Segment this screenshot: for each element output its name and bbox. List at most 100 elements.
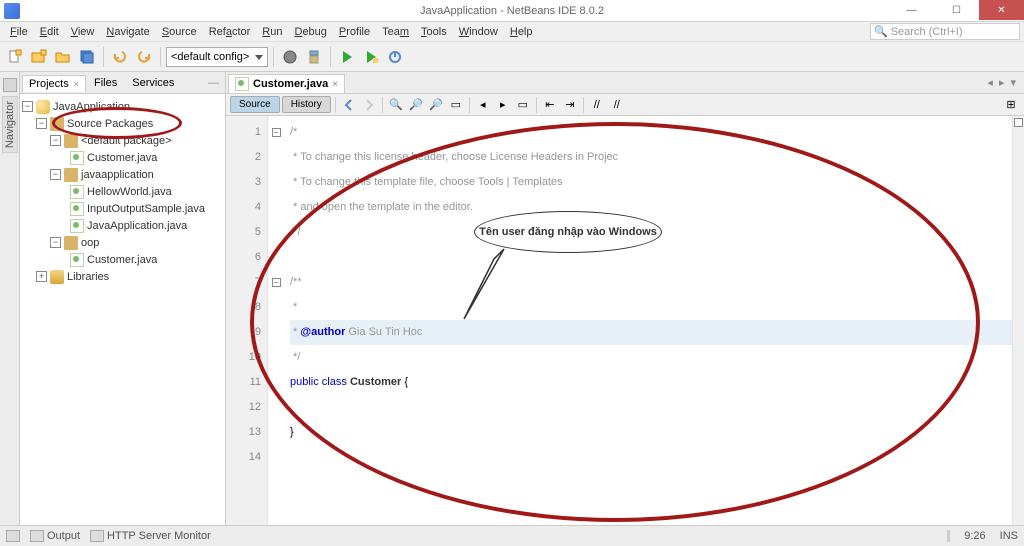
package-icon [64, 236, 78, 250]
java-file-icon [70, 151, 84, 165]
tree-toggle[interactable]: − [50, 135, 61, 146]
prev-bookmark-button[interactable]: ◂ [474, 96, 492, 114]
tree-toggle[interactable]: − [50, 169, 61, 180]
open-button[interactable] [52, 46, 74, 68]
nav-forward-button[interactable] [360, 96, 378, 114]
http-monitor-button[interactable]: HTTP Server Monitor [90, 530, 211, 542]
editor-tab-controls: ◂ ▸ ▾ [981, 76, 1022, 89]
menu-source[interactable]: Source [156, 24, 203, 40]
fold-toggle[interactable]: − [272, 128, 281, 137]
redo-button[interactable] [133, 46, 155, 68]
progress-indicator [947, 530, 950, 542]
clean-build-button[interactable] [303, 46, 325, 68]
nav-back-button[interactable] [340, 96, 358, 114]
editor-area: Customer.java × ◂ ▸ ▾ Source History 🔍 🔎… [226, 72, 1024, 525]
find-next-button[interactable]: 🔎 [427, 96, 445, 114]
undo-button[interactable] [109, 46, 131, 68]
config-combo[interactable]: <default config> [166, 47, 268, 67]
close-icon[interactable]: × [332, 79, 338, 90]
editor-tab-customer[interactable]: Customer.java × [228, 74, 345, 93]
menu-file[interactable]: File [4, 24, 34, 40]
project-tree[interactable]: −JavaApplication −Source Packages −<defa… [20, 94, 225, 525]
tree-item-defpkg[interactable]: <default package> [81, 135, 172, 147]
profile-button[interactable] [384, 46, 406, 68]
panel-tabs: Projects× Files Services — [20, 72, 225, 94]
menu-navigate[interactable]: Navigate [100, 24, 155, 40]
status-insert-mode: INS [1000, 530, 1018, 542]
source-view-button[interactable]: Source [230, 96, 280, 113]
shift-right-button[interactable]: ⇥ [561, 96, 579, 114]
tree-item-iosample[interactable]: InputOutputSample.java [87, 203, 205, 215]
side-tab-icon[interactable] [3, 78, 17, 92]
tab-scroll-left-icon[interactable]: ◂ [987, 76, 993, 89]
close-button[interactable]: ✕ [979, 0, 1024, 20]
menu-run[interactable]: Run [256, 24, 288, 40]
tree-item-oop[interactable]: oop [81, 237, 99, 249]
shift-left-button[interactable]: ⇤ [541, 96, 559, 114]
save-all-button[interactable] [76, 46, 98, 68]
tree-item-hello[interactable]: HellowWorld.java [87, 186, 172, 198]
line-gutter: 1234567891011121314 [226, 116, 268, 525]
tree-toggle[interactable]: − [36, 118, 47, 129]
tree-item-customer2[interactable]: Customer.java [87, 254, 157, 266]
editor-tab-label: Customer.java [253, 78, 328, 90]
tree-item-root[interactable]: JavaApplication [53, 101, 130, 113]
projects-panel: Projects× Files Services — −JavaApplicat… [20, 72, 226, 525]
tree-toggle[interactable]: − [50, 237, 61, 248]
tree-item-apppkg[interactable]: javaapplication [81, 169, 154, 181]
search-icon: 🔍 [874, 25, 888, 38]
menu-window[interactable]: Window [453, 24, 504, 40]
menu-help[interactable]: Help [504, 24, 539, 40]
tree-item-customer[interactable]: Customer.java [87, 152, 157, 164]
toggle-bookmark-button[interactable]: ▭ [514, 96, 532, 114]
find-prev-button[interactable]: 🔎 [407, 96, 425, 114]
menu-debug[interactable]: Debug [288, 24, 332, 40]
output-pane-button[interactable]: Output [30, 530, 80, 542]
close-icon[interactable]: × [74, 79, 79, 89]
code-content[interactable]: /* * To change this license header, choo… [284, 116, 1012, 525]
build-button[interactable] [279, 46, 301, 68]
tab-scroll-right-icon[interactable]: ▸ [999, 76, 1005, 89]
main-toolbar: <default config> [0, 42, 1024, 72]
next-bookmark-button[interactable]: ▸ [494, 96, 512, 114]
tree-toggle[interactable]: + [36, 271, 47, 282]
comment-button[interactable]: // [588, 96, 606, 114]
run-button[interactable] [336, 46, 358, 68]
menu-tools[interactable]: Tools [415, 24, 453, 40]
fold-column: − − [268, 116, 284, 525]
new-file-button[interactable] [4, 46, 26, 68]
error-stripe[interactable] [1012, 116, 1024, 525]
tree-item-javaapp[interactable]: JavaApplication.java [87, 220, 187, 232]
code-editor[interactable]: 1234567891011121314 − − /* * To change t… [226, 116, 1024, 525]
toggle-highlight-button[interactable]: ▭ [447, 96, 465, 114]
tree-item-src[interactable]: Source Packages [67, 118, 153, 130]
tab-services[interactable]: Services [125, 74, 181, 91]
annotation-callout: Tên user đăng nhập vào Windows [474, 211, 662, 253]
fold-toggle[interactable]: − [272, 278, 281, 287]
panel-minimize-button[interactable]: — [204, 77, 223, 89]
history-view-button[interactable]: History [282, 96, 331, 113]
maximize-button[interactable]: ☐ [934, 0, 979, 20]
status-expand-button[interactable] [6, 530, 20, 542]
package-icon [64, 134, 78, 148]
menu-profile[interactable]: Profile [333, 24, 376, 40]
tree-item-libs[interactable]: Libraries [67, 271, 109, 283]
menu-team[interactable]: Team [376, 24, 415, 40]
navigator-tab[interactable]: Navigator [2, 96, 18, 153]
package-icon [64, 168, 78, 182]
find-selection-button[interactable]: 🔍 [387, 96, 405, 114]
menu-view[interactable]: View [65, 24, 101, 40]
tab-projects[interactable]: Projects× [22, 75, 86, 92]
tree-toggle[interactable]: − [22, 101, 33, 112]
minimize-button[interactable]: — [889, 0, 934, 20]
uncomment-button[interactable]: // [608, 96, 626, 114]
menu-edit[interactable]: Edit [34, 24, 65, 40]
menu-refactor[interactable]: Refactor [203, 24, 257, 40]
tab-list-icon[interactable]: ▾ [1010, 76, 1016, 89]
split-button[interactable]: ⊞ [1002, 96, 1020, 114]
tab-files[interactable]: Files [87, 74, 124, 91]
debug-button[interactable] [360, 46, 382, 68]
java-file-icon [70, 185, 84, 199]
quick-search-input[interactable]: 🔍 Search (Ctrl+I) [870, 23, 1020, 40]
new-project-button[interactable] [28, 46, 50, 68]
